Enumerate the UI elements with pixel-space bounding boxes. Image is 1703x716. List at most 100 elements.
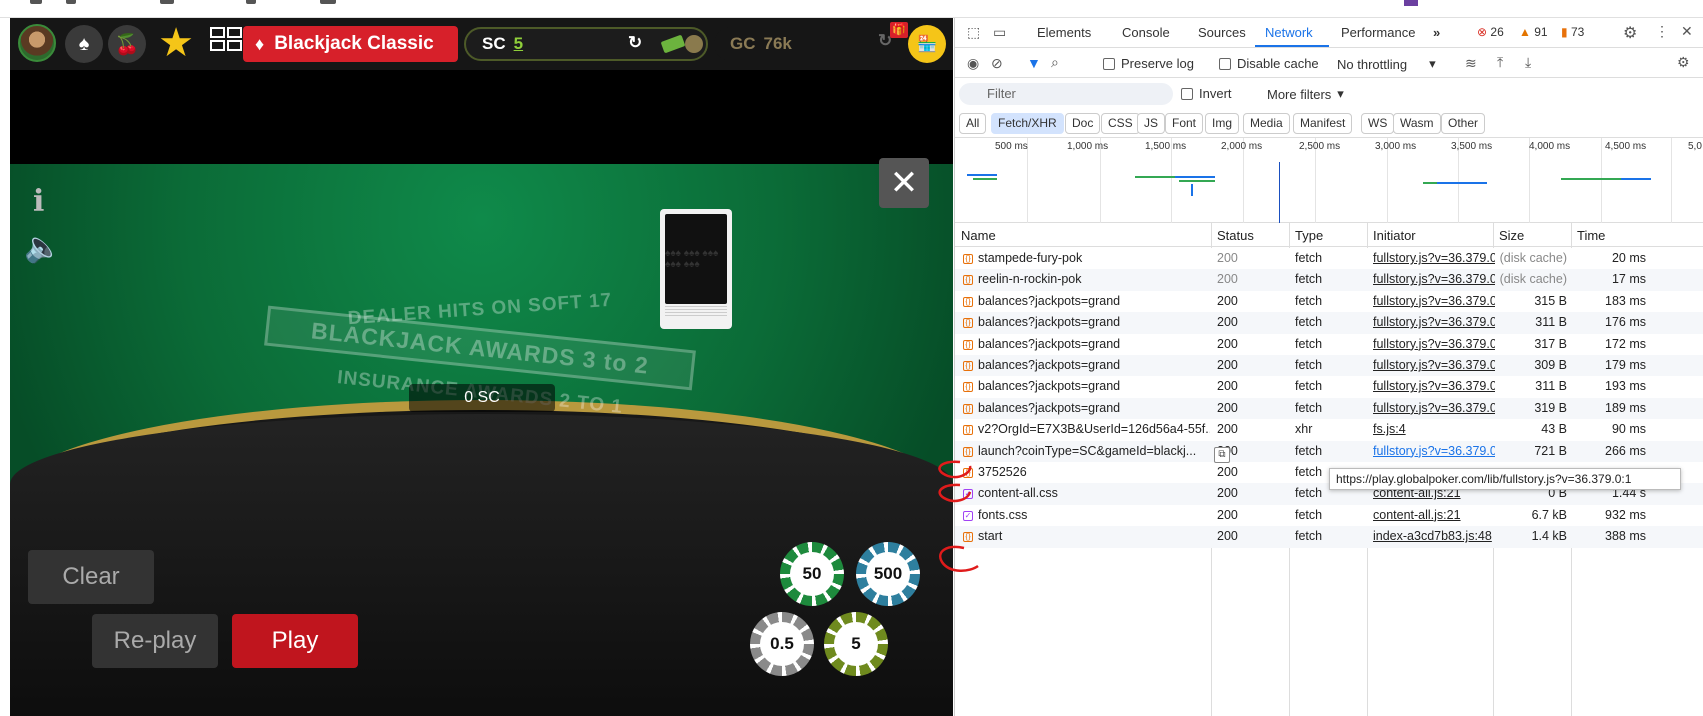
type-filter-manifest[interactable]: Manifest [1293, 113, 1353, 134]
request-initiator[interactable]: fullstory.js?v=36.379.0:1 [1373, 334, 1495, 355]
table-row[interactable]: {} reelin-n-rockin-pok 200 fetch fullstory.j… [955, 269, 1703, 291]
type-filter-doc[interactable]: Doc [1065, 113, 1101, 134]
request-name[interactable]: balances?jackpots=grand [978, 291, 1210, 312]
tab-performance[interactable]: Performance [1341, 25, 1415, 40]
inspect-icon[interactable]: ⬚ [967, 24, 980, 41]
request-initiator[interactable]: fullstory.js?v=36.379.0:1 [1373, 291, 1495, 312]
request-name[interactable]: balances?jackpots=grand [978, 398, 1210, 419]
table-row[interactable]: {} balances?jackpots=grand 200 fetch fullsto… [955, 397, 1703, 420]
request-name[interactable]: balances?jackpots=grand [978, 334, 1210, 355]
table-row[interactable]: {} balances?jackpots=grand 200 fetch fullsto… [955, 333, 1703, 355]
request-name[interactable]: balances?jackpots=grand [978, 355, 1210, 376]
throttling-select[interactable]: No throttling ▾ [1337, 56, 1436, 72]
column-status[interactable]: Status [1217, 228, 1254, 243]
table-row[interactable]: {} stampede-fury-pok 200 fetch fullstory.js?… [955, 248, 1703, 270]
type-filter-all[interactable]: All [959, 113, 987, 134]
disable-cache-checkbox[interactable]: Disable cache [1219, 56, 1319, 71]
more-filters-dropdown[interactable]: More filters ▾ [1267, 86, 1344, 102]
kebab-menu-icon[interactable]: ⋮ [1655, 23, 1669, 40]
clear-button[interactable]: Clear [28, 550, 154, 604]
more-tabs-icon[interactable]: » [1433, 25, 1440, 40]
close-icon[interactable]: ✕ [1681, 23, 1693, 40]
table-row[interactable]: {} balances?jackpots=grand 200 fetch fullsto… [955, 376, 1703, 398]
avatar[interactable] [18, 24, 56, 62]
chip-5[interactable]: 5 [824, 612, 888, 676]
column-type[interactable]: Type [1295, 228, 1323, 243]
table-row[interactable]: {} start 200 fetch index-a3cd7b83.js:48 1.4 k… [955, 526, 1703, 548]
column-size[interactable]: Size [1499, 228, 1524, 243]
upload-icon[interactable]: ⤒ [1497, 54, 1503, 71]
request-name[interactable]: stampede-fury-pok [978, 248, 1210, 269]
chip-0-5[interactable]: 0.5 [750, 612, 814, 676]
network-settings-icon[interactable]: ⚙ [1677, 54, 1690, 71]
request-initiator[interactable]: fullstory.js?v=36.379.0:1 [1373, 248, 1495, 269]
request-initiator[interactable]: fullstory.js?v=36.379.0:1 [1373, 355, 1495, 376]
request-name[interactable]: launch?coinType=SC&gameId=blackj... [978, 441, 1210, 462]
spade-icon[interactable]: ♠ [65, 25, 103, 63]
close-icon[interactable]: ✕ [879, 158, 929, 208]
type-filter-ws[interactable]: WS [1361, 113, 1395, 134]
game-title-button[interactable]: ♦ Blackjack Classic [243, 26, 458, 62]
request-initiator[interactable]: fs.js:4 [1373, 419, 1495, 440]
column-time[interactable]: Time [1577, 228, 1605, 243]
type-filter-img[interactable]: Img [1205, 113, 1240, 134]
tab-network[interactable]: Network [1265, 25, 1313, 40]
request-initiator[interactable]: content-all.js:21 [1373, 505, 1495, 526]
gear-icon[interactable]: ⚙ [1623, 23, 1637, 43]
request-name[interactable]: content-all.css [978, 483, 1210, 504]
replay-button[interactable]: Re-play [92, 614, 218, 668]
copy-icon[interactable]: ⧉ [1214, 447, 1230, 463]
device-toolbar-icon[interactable]: ▭ [993, 24, 1006, 41]
invert-checkbox[interactable]: Invert [1181, 86, 1232, 101]
error-count[interactable]: ⊗ 26 [1477, 25, 1504, 39]
cherries-icon[interactable]: 🍒 [108, 25, 146, 63]
table-row[interactable]: {} balances?jackpots=grand 200 fetch fullsto… [955, 290, 1703, 313]
tab-sources[interactable]: Sources [1198, 25, 1246, 40]
network-conditions-icon[interactable]: ≋ [1465, 55, 1477, 72]
type-filter-fetch-xhr[interactable]: Fetch/XHR [991, 113, 1064, 134]
column-initiator[interactable]: Initiator [1373, 228, 1416, 243]
refresh-icon[interactable]: ↻ [628, 33, 642, 53]
request-name[interactable]: v2?OrgId=E7X3B&UserId=126d56a4-55f... [978, 419, 1210, 440]
filter-icon[interactable]: ▼ [1027, 55, 1041, 71]
search-icon[interactable]: ⌕ [1051, 54, 1059, 71]
request-name[interactable]: balances?jackpots=grand [978, 376, 1210, 397]
gc-balance[interactable]: GC 76k ↻ [714, 27, 914, 61]
warning-count[interactable]: ▲ 91 [1519, 25, 1548, 39]
request-initiator[interactable]: fullstory.js?v=36.379.0:1 [1373, 398, 1495, 419]
preserve-log-checkbox[interactable]: Preserve log [1103, 56, 1194, 71]
table-row[interactable]: {} balances?jackpots=grand 200 fetch fullsto… [955, 312, 1703, 334]
request-name[interactable]: start [978, 526, 1210, 547]
chip-50[interactable]: 50 [780, 542, 844, 606]
request-initiator[interactable]: fullstory.js?v=36.379.0:1 [1373, 312, 1495, 333]
request-name[interactable]: reelin-n-rockin-pok [978, 269, 1210, 290]
star-icon[interactable]: ★ [153, 20, 199, 66]
type-filter-wasm[interactable]: Wasm [1393, 113, 1441, 134]
request-initiator[interactable]: index-a3cd7b83.js:48 [1373, 526, 1495, 547]
table-row[interactable]: {} v2?OrgId=E7X3B&UserId=126d56a4-55f... 2… [955, 419, 1703, 441]
request-name[interactable]: balances?jackpots=grand [978, 312, 1210, 333]
tab-console[interactable]: Console [1122, 25, 1170, 40]
request-name[interactable]: fonts.css [978, 505, 1210, 526]
request-initiator[interactable]: fullstory.js?v=36.379.0:1 [1373, 376, 1495, 397]
sc-balance[interactable]: SC 5 ↻ [464, 27, 708, 61]
table-row[interactable]: {} balances?jackpots=grand 200 fetch fullsto… [955, 355, 1703, 377]
sound-icon[interactable]: 🔈 [24, 230, 61, 265]
tab-elements[interactable]: Elements [1037, 25, 1091, 40]
gift-icon[interactable]: 🎁 [890, 22, 908, 38]
type-filter-css[interactable]: CSS [1101, 113, 1140, 134]
request-initiator[interactable]: fullstory.js?v=36.379.0:1 [1373, 269, 1495, 290]
issues-count[interactable]: ▮ 73 [1561, 25, 1584, 39]
type-filter-js[interactable]: JS [1137, 113, 1166, 134]
type-filter-other[interactable]: Other [1441, 113, 1486, 134]
request-initiator[interactable]: fullstory.js?v=36.379.0:1 [1373, 441, 1495, 462]
clear-icon[interactable]: ⊘ [991, 55, 1003, 72]
info-icon[interactable]: i [33, 184, 44, 219]
type-filter-font[interactable]: Font [1165, 113, 1204, 134]
column-name[interactable]: Name [961, 228, 996, 243]
table-row[interactable]: ✓ fonts.css 200 fetch content-all.js:21 6.7 k… [955, 504, 1703, 527]
request-name[interactable]: 3752526 [978, 462, 1210, 483]
filter-input[interactable]: Filter [959, 83, 1173, 105]
sc-value[interactable]: 5 [514, 34, 523, 54]
network-timeline[interactable]: 500 ms 1,000 ms 1,500 ms 2,000 ms 2,500 … [955, 138, 1703, 223]
